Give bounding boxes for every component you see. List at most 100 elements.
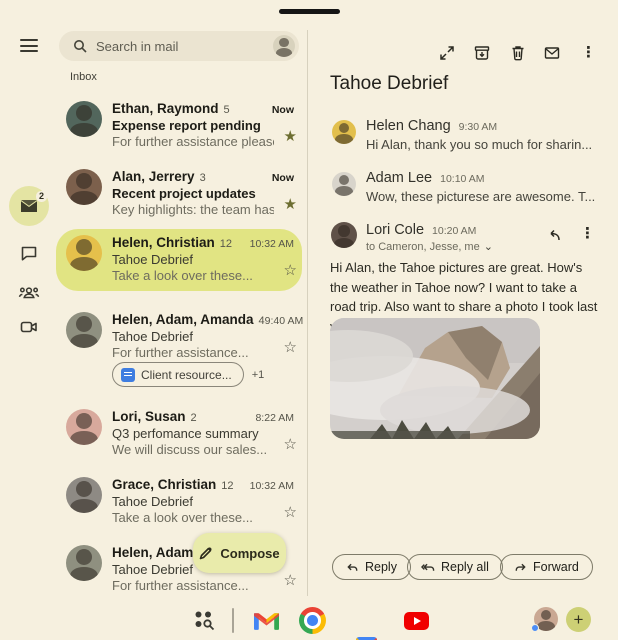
sender-avatar <box>66 312 102 348</box>
email-snippet: For further assistance please... <box>112 134 274 149</box>
camera-notch <box>279 9 340 14</box>
email-list-item[interactable]: Lori, Susan28:22 AM Q3 perfomance summar… <box>56 403 302 465</box>
email-list-item-selected[interactable]: Helen, Christian1210:32 AM Tahoe Debrief… <box>56 229 302 291</box>
reply-button[interactable]: Reply <box>332 554 411 580</box>
nav-rail-meet[interactable] <box>9 307 49 347</box>
search-input[interactable] <box>96 39 273 54</box>
forward-label: Forward <box>533 560 579 574</box>
attachment-chip[interactable]: Client resource... <box>112 362 244 387</box>
email-count: 5 <box>224 104 230 116</box>
gmail-two-pane-screen: 2 Inbox Ethan, Raymond5Now Exp <box>0 0 618 640</box>
chevron-down-icon: ⌄ <box>484 240 493 253</box>
email-sender: Ethan, Raymond <box>112 101 219 116</box>
email-subject: Tahoe Debrief <box>112 252 193 267</box>
pane-divider <box>307 30 308 596</box>
email-sender: Lori, Susan <box>112 409 186 424</box>
sender-avatar <box>66 235 102 271</box>
account-avatar[interactable] <box>273 35 295 57</box>
message-sender: Adam Lee <box>366 170 432 186</box>
inbox-section-label: Inbox <box>70 71 97 83</box>
star-icon[interactable]: ★ <box>284 128 297 146</box>
video-camera-icon <box>19 317 39 337</box>
reply-icon[interactable] <box>546 226 564 244</box>
star-icon[interactable]: ★ <box>284 196 297 214</box>
groups-icon <box>17 281 41 305</box>
reply-arrow-icon <box>346 561 359 574</box>
sender-avatar <box>66 545 102 581</box>
taskbar-divider <box>232 608 234 633</box>
pencil-icon <box>199 546 213 560</box>
message-collapsed[interactable]: Helen Chang9:30 AM Hi Alan, thank you so… <box>330 116 598 158</box>
sender-avatar <box>331 222 357 248</box>
reply-all-arrow-icon <box>421 561 435 574</box>
plus-icon: + <box>574 610 584 630</box>
mark-unread-icon[interactable] <box>543 44 561 62</box>
email-snippet: For further assistance... <box>112 345 274 360</box>
message-time: 10:10 AM <box>440 173 484 185</box>
email-snippet: Key highlights: the team has a... <box>112 202 274 217</box>
star-icon[interactable]: ☆ <box>284 436 297 454</box>
add-button[interactable]: + <box>566 607 591 632</box>
thread-title: Tahoe Debrief <box>330 73 448 95</box>
forward-button[interactable]: Forward <box>500 554 593 580</box>
compose-button[interactable]: Compose <box>193 533 286 573</box>
more-options-icon[interactable]: ⋮ <box>581 44 593 62</box>
delete-icon[interactable] <box>509 44 527 62</box>
email-snippet: Take a look over these... <box>112 268 274 283</box>
email-time: Now <box>272 172 294 184</box>
message-more-icon[interactable]: ⋮ <box>580 225 592 243</box>
open-in-full-icon[interactable] <box>438 44 456 62</box>
app-search-icon[interactable] <box>193 609 216 632</box>
chat-icon <box>19 243 39 263</box>
sender-avatar <box>332 172 356 196</box>
email-subject: Expense report pending <box>112 118 261 133</box>
sender-avatar <box>66 477 102 513</box>
youtube-app-icon[interactable] <box>404 612 429 630</box>
message-snippet: Wow, these picturese are awesome. T... <box>366 189 598 204</box>
message-sender: Helen Chang <box>366 118 451 134</box>
presence-dot <box>531 624 539 632</box>
email-sender: Helen, Christian <box>112 235 215 250</box>
unread-badge: 2 <box>36 191 47 202</box>
email-count: 2 <box>191 412 197 424</box>
compose-label: Compose <box>220 546 279 561</box>
email-snippet: For further assistance... <box>112 578 274 593</box>
attachment-chip-label: Client resource... <box>141 368 232 382</box>
email-subject: Tahoe Debrief <box>112 562 193 577</box>
star-icon[interactable]: ☆ <box>284 339 297 357</box>
email-snippet: Take a look over these... <box>112 510 274 525</box>
chrome-app-icon[interactable] <box>299 607 326 634</box>
email-count: 12 <box>220 238 232 250</box>
email-list-item[interactable]: Helen, Adam, Amanda49:40 AM Tahoe Debrie… <box>56 298 302 398</box>
recipients-toggle[interactable]: to Cameron, Jesse, me ⌄ <box>366 240 493 253</box>
recipients-label: to Cameron, Jesse, me <box>366 241 480 253</box>
archive-icon[interactable] <box>473 44 491 62</box>
nav-rail-mail[interactable]: 2 <box>9 186 49 226</box>
email-list-item[interactable]: Grace, Christian1210:32 AM Tahoe Debrief… <box>56 471 302 533</box>
email-count: 3 <box>200 172 206 184</box>
document-icon <box>121 368 135 382</box>
email-subject: Tahoe Debrief <box>112 329 193 344</box>
message-collapsed[interactable]: Adam Lee 10:10 AM Wow, these picturese ar… <box>330 168 598 210</box>
gmail-app-icon[interactable] <box>254 611 279 630</box>
message-time: 10:20 AM <box>432 225 476 237</box>
email-count: 12 <box>221 480 233 492</box>
star-icon[interactable]: ☆ <box>284 262 297 280</box>
sender-avatar <box>66 409 102 445</box>
star-icon[interactable]: ☆ <box>284 504 297 522</box>
sender-avatar <box>66 101 102 137</box>
reply-all-button[interactable]: Reply all <box>407 554 503 580</box>
forward-arrow-icon <box>514 561 527 574</box>
email-list-item[interactable]: Alan, Jerrery3Now Recent project updates… <box>56 163 302 225</box>
message-snippet: Hi Alan, thank you so much for sharin... <box>366 137 598 152</box>
nav-rail-chat[interactable] <box>9 233 49 273</box>
star-icon[interactable]: ☆ <box>284 572 297 590</box>
email-sender: Grace, Christian <box>112 477 216 492</box>
yosemite-photo[interactable] <box>330 318 540 439</box>
email-sender: Alan, Jerrery <box>112 169 195 184</box>
email-time: 8:22 AM <box>255 412 294 424</box>
reply-all-label: Reply all <box>441 560 489 574</box>
search-bar[interactable] <box>59 31 299 61</box>
email-list-item[interactable]: Ethan, Raymond5Now Expense report pendin… <box>56 95 302 157</box>
menu-icon[interactable] <box>20 39 38 52</box>
